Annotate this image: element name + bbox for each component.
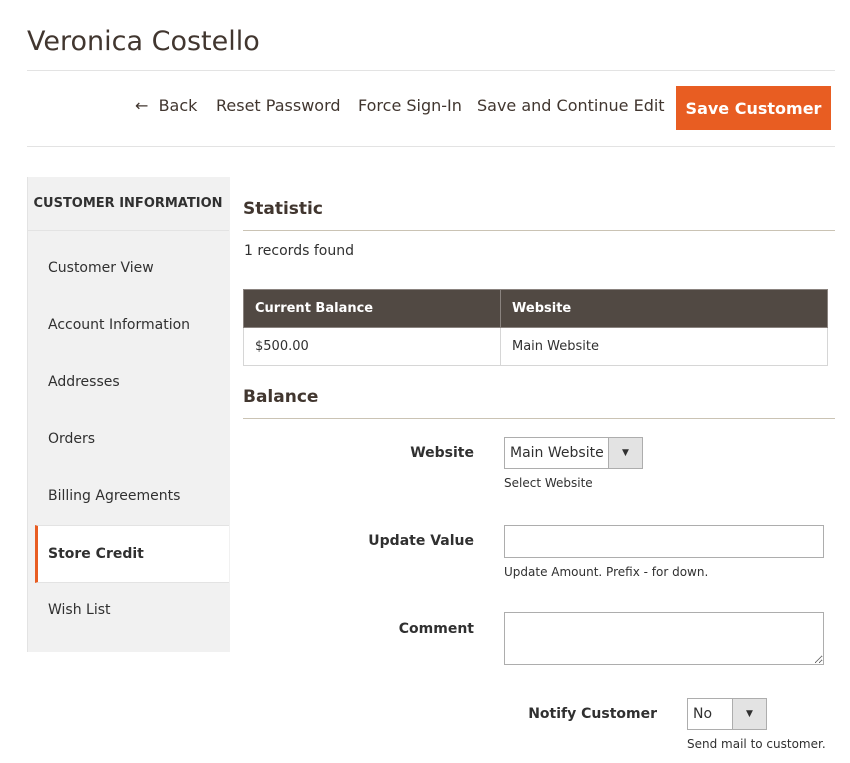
back-label: Back [158, 96, 198, 115]
update-value-input[interactable] [504, 525, 824, 558]
balance-heading: Balance [243, 387, 319, 407]
comment-textarea[interactable] [504, 612, 824, 665]
sidebar-item-billing-agreements[interactable]: Billing Agreements [35, 468, 229, 524]
column-header: Current Balance [243, 289, 501, 328]
column-header: Website [500, 289, 828, 328]
statistic-table: Current Balance Website $500.00 Main Websi… [243, 289, 828, 366]
update-value-help: Update Amount. Prefix - for down. [504, 565, 709, 579]
update-value-label: Update Value [368, 533, 474, 549]
notify-customer-label: Notify Customer [528, 706, 657, 722]
comment-label: Comment [398, 621, 474, 637]
page-title: Veronica Costello [27, 26, 260, 58]
table-row: $500.00 Main Website [243, 327, 828, 366]
divider [243, 230, 835, 231]
website-help: Select Website [504, 476, 593, 490]
divider [27, 146, 835, 147]
sidebar-item-wish-list[interactable]: Wish List [35, 582, 229, 638]
notify-help: Send mail to customer. [687, 737, 826, 751]
force-signin-button[interactable]: Force Sign-In [358, 96, 462, 115]
cell-website: Main Website [500, 327, 828, 366]
divider [27, 70, 835, 71]
reset-password-button[interactable]: Reset Password [216, 96, 341, 115]
back-button[interactable]: ← Back [135, 96, 197, 115]
notify-value: No [693, 706, 713, 722]
chevron-down-icon: ▼ [608, 438, 642, 468]
arrow-left-icon: ← [135, 96, 149, 115]
website-label: Website [410, 445, 474, 461]
cell-balance: $500.00 [243, 327, 501, 366]
sidebar-item-account-information[interactable]: Account Information [35, 297, 229, 353]
save-customer-button[interactable]: Save Customer [676, 86, 831, 130]
sidebar-item-store-credit[interactable]: Store Credit [35, 525, 229, 583]
notify-customer-select[interactable]: No ▼ [687, 698, 767, 730]
website-select[interactable]: Main Website ▼ [504, 437, 643, 469]
sidebar-heading: CUSTOMER INFORMATION [27, 177, 229, 231]
statistic-heading: Statistic [243, 199, 323, 219]
divider [243, 418, 835, 419]
sidebar-item-addresses[interactable]: Addresses [35, 354, 229, 410]
chevron-down-icon: ▼ [732, 699, 766, 729]
save-continue-button[interactable]: Save and Continue Edit [477, 96, 665, 115]
website-value: Main Website [510, 445, 604, 461]
sidebar-item-customer-view[interactable]: Customer View [35, 240, 229, 296]
sidebar-item-orders[interactable]: Orders [35, 411, 229, 467]
records-count: 1 records found [244, 243, 354, 259]
